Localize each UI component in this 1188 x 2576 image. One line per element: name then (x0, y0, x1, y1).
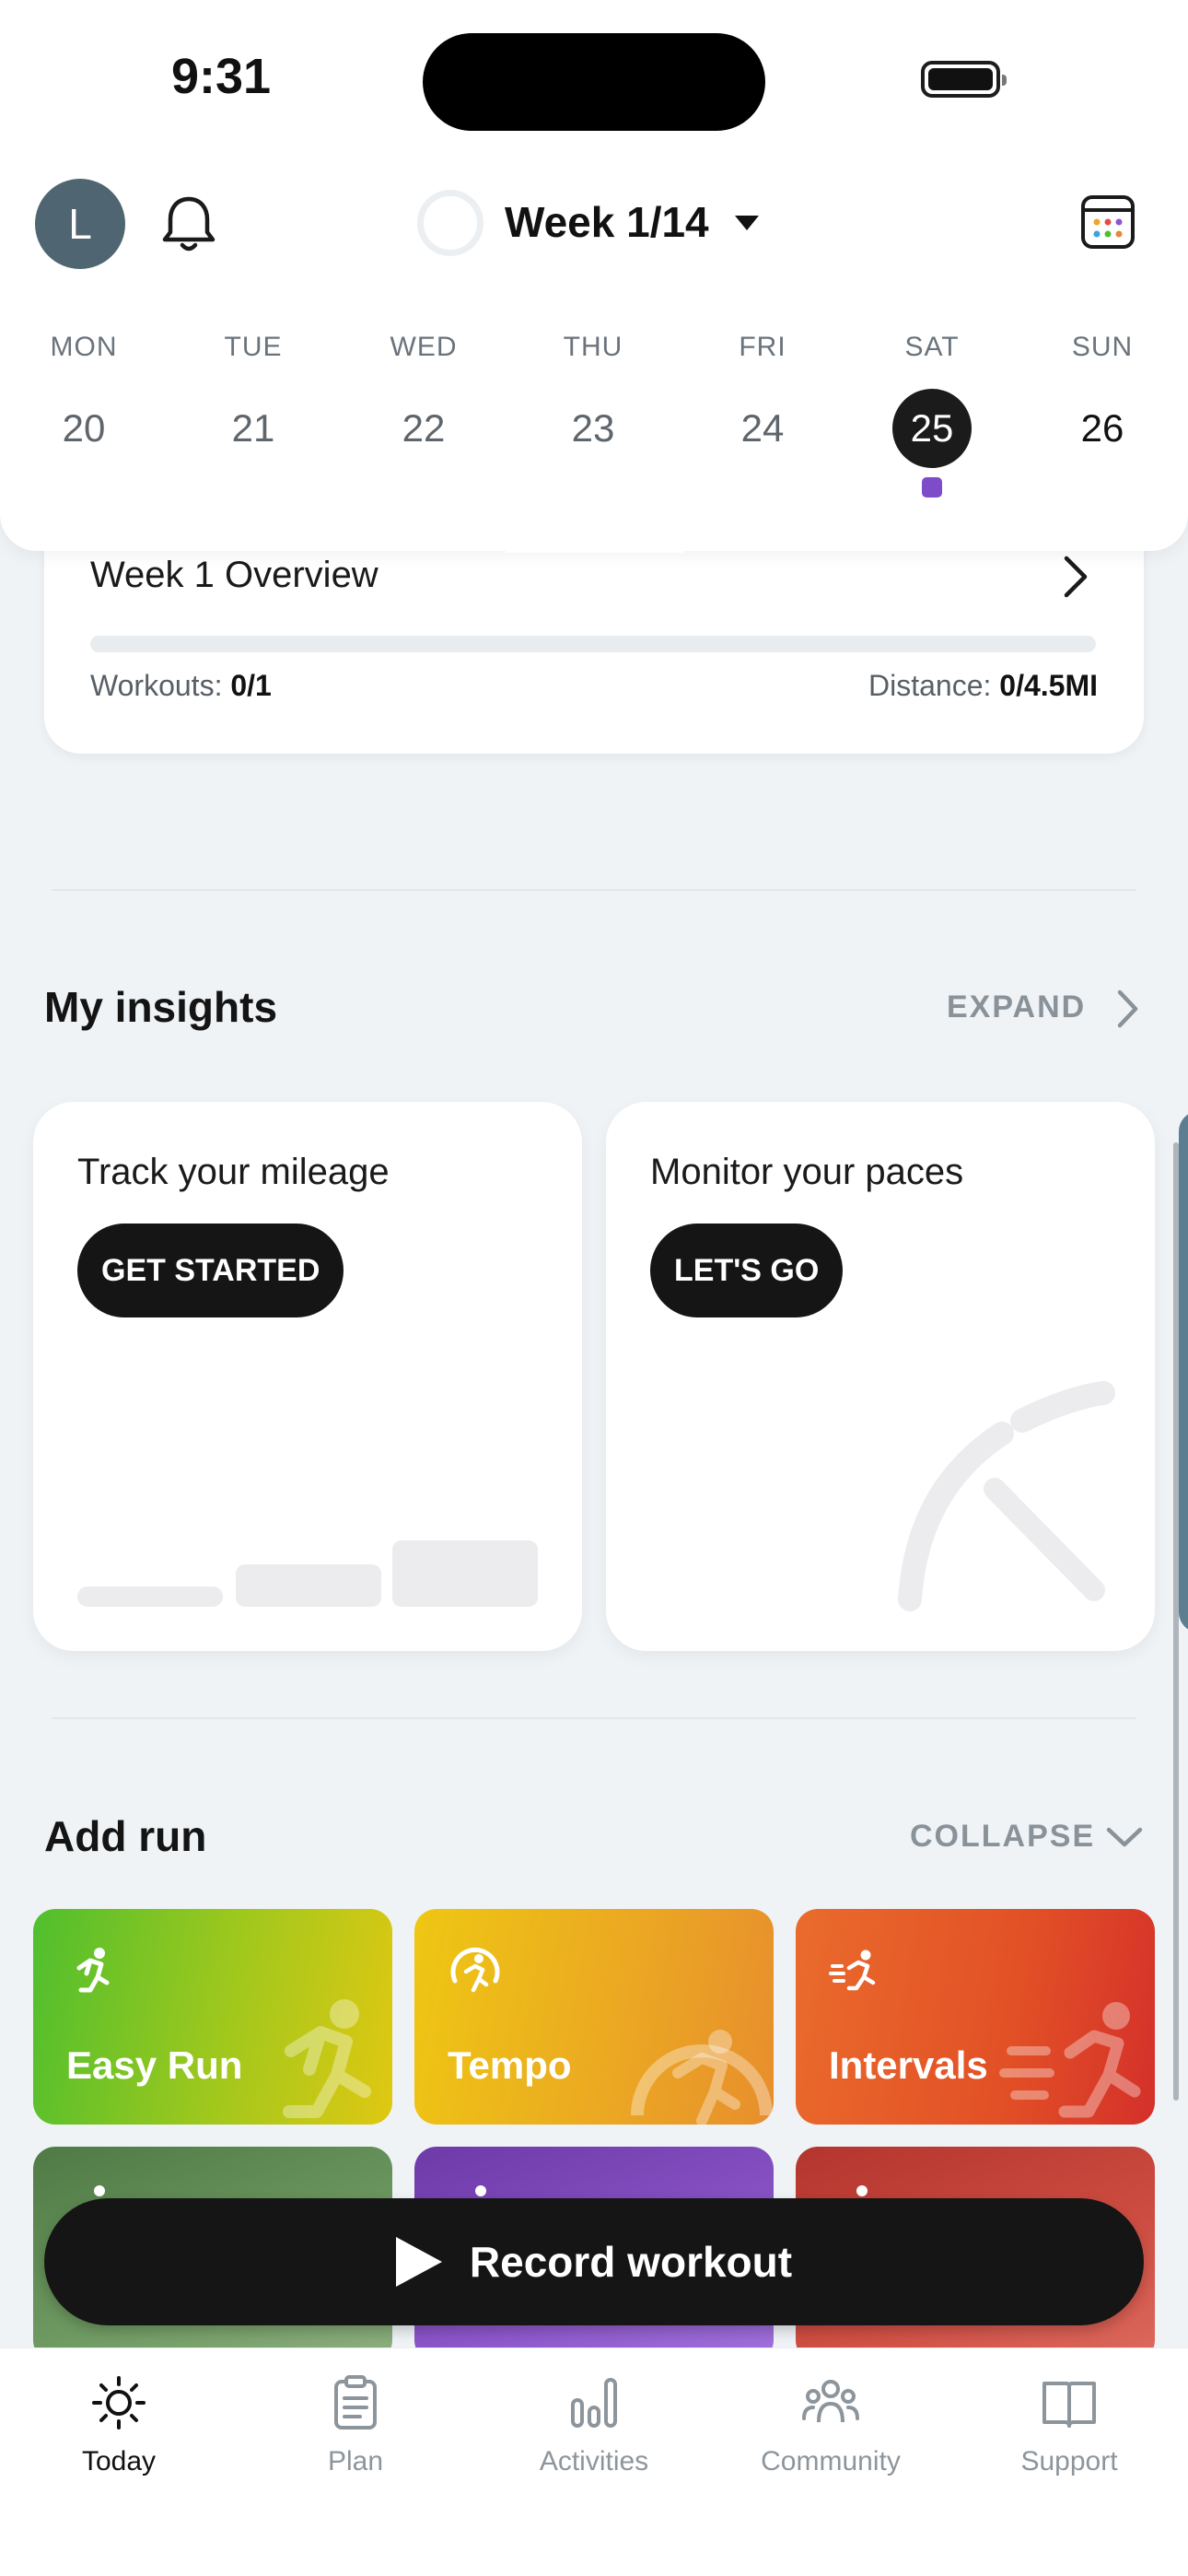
day-name: SAT (904, 332, 960, 362)
record-workout-button[interactable]: Record workout (44, 2198, 1144, 2325)
calendar-icon[interactable] (1079, 193, 1136, 251)
day-tue[interactable]: TUE 21 (189, 332, 318, 468)
week-progress-ring (417, 190, 483, 256)
day-thu[interactable]: THU 23 (529, 332, 658, 468)
runner-icon (76, 1948, 110, 1993)
tab-label: Plan (327, 2446, 384, 2476)
workouts-value: 0/1 (230, 669, 272, 702)
distance-label: Distance: (868, 669, 992, 702)
avatar-initial: L (68, 200, 92, 248)
day-number: 25 (892, 389, 972, 468)
sun-icon (92, 2376, 146, 2430)
chevron-down-icon[interactable] (735, 216, 759, 230)
today-screen: 9:31 L Week 1/14 MON 20 TUE 21 WED 22 TH… (0, 0, 1188, 2576)
tile-label: Easy Run (66, 2043, 243, 2087)
chevron-right-icon[interactable] (1111, 986, 1144, 1032)
day-sun[interactable]: SUN 26 (1038, 332, 1167, 468)
easy-run-tile[interactable]: Easy Run (33, 1909, 392, 2125)
day-sat[interactable]: SAT 25 (868, 332, 996, 498)
day-name: SUN (1071, 332, 1134, 362)
people-icon (802, 2380, 859, 2423)
header-sheet: 9:31 L Week 1/14 MON 20 TUE 21 WED 22 TH… (0, 0, 1188, 551)
day-number: 21 (231, 406, 275, 450)
workouts-label: Workouts: (90, 669, 223, 702)
pace-gauge-graphic (898, 1381, 1115, 1611)
tab-plan[interactable]: Plan (254, 2372, 457, 2477)
day-name: MON (50, 332, 118, 362)
day-number: 24 (740, 406, 785, 450)
week-selector[interactable]: Week 1/14 (505, 197, 709, 247)
day-name: WED (390, 332, 458, 362)
sheet-notch (505, 533, 685, 553)
day-wed[interactable]: WED 22 (359, 332, 488, 468)
book-icon (1042, 2382, 1096, 2428)
tab-today[interactable]: Today (17, 2372, 220, 2477)
chevron-right-icon (1064, 556, 1088, 598)
tab-label: Today (81, 2446, 157, 2476)
day-number: 23 (571, 406, 615, 450)
bar-chart-icon (571, 2378, 617, 2428)
add-run-title: Add run (44, 1812, 207, 1860)
status-time: 9:31 (171, 49, 272, 104)
day-mon[interactable]: MON 20 (19, 332, 148, 468)
tile-label: Tempo (448, 2043, 572, 2087)
clipboard-icon (334, 2375, 377, 2430)
day-fri[interactable]: FRI 24 (698, 332, 827, 468)
insights-title: My insights (44, 983, 278, 1031)
mileage-bars-graphic (77, 1540, 538, 1607)
overview-progress-bar (90, 636, 1096, 652)
day-name: TUE (224, 332, 283, 362)
distance-stat: Distance: 0/4.5MI (868, 669, 1098, 703)
week-day-strip: MON 20 TUE 21 WED 22 THU 23 FRI 24 SAT 2… (0, 332, 1188, 516)
distance-value: 0/4.5MI (999, 669, 1098, 702)
tab-label: Community (761, 2446, 901, 2476)
section-divider (52, 889, 1136, 891)
insight-card-mileage[interactable]: Track your mileage GET STARTED (33, 1102, 582, 1651)
tab-support[interactable]: Support (968, 2372, 1171, 2477)
chevron-down-icon[interactable] (1103, 1822, 1146, 1852)
day-number: 22 (402, 406, 446, 450)
tempo-tile[interactable]: Tempo (414, 1909, 774, 2125)
insight-card-paces[interactable]: Monitor your paces LET'S GO (606, 1102, 1155, 1651)
expand-button[interactable]: EXPAND (947, 989, 1086, 1025)
workouts-stat: Workouts: 0/1 (90, 669, 272, 703)
bell-icon[interactable] (157, 192, 221, 256)
scrollbar[interactable] (1173, 1142, 1179, 2101)
intervals-tile[interactable]: Intervals (796, 1909, 1155, 2125)
tab-bar: Today Plan Activities Community Support (0, 2348, 1188, 2576)
tile-label: Intervals (829, 2043, 988, 2087)
tab-community[interactable]: Community (729, 2372, 932, 2477)
tab-label: Support (1020, 2446, 1118, 2476)
battery-icon (921, 61, 1007, 98)
day-name: THU (563, 332, 623, 362)
record-workout-label: Record workout (469, 2238, 793, 2286)
section-divider (52, 1717, 1136, 1719)
intervals-runner-icon (829, 1950, 876, 1991)
day-number: 20 (62, 406, 106, 450)
tempo-watermark-icon (631, 2030, 773, 2125)
collapse-button[interactable]: COLLAPSE (910, 1819, 1095, 1855)
tab-activities[interactable]: Activities (493, 2372, 695, 2477)
workout-dot (922, 477, 942, 498)
intervals-watermark-icon (999, 2002, 1141, 2118)
day-name: FRI (739, 332, 786, 362)
day-number: 26 (1080, 406, 1124, 450)
avatar[interactable]: L (35, 179, 125, 269)
runner-watermark-icon (283, 1999, 371, 2118)
tab-label: Activities (539, 2446, 649, 2476)
tempo-runner-icon (450, 1947, 500, 1993)
dynamic-island (423, 33, 765, 131)
insight-card-peek[interactable] (1179, 1111, 1188, 1633)
play-icon (395, 2237, 442, 2287)
overview-title: Week 1 Overview (90, 555, 379, 595)
